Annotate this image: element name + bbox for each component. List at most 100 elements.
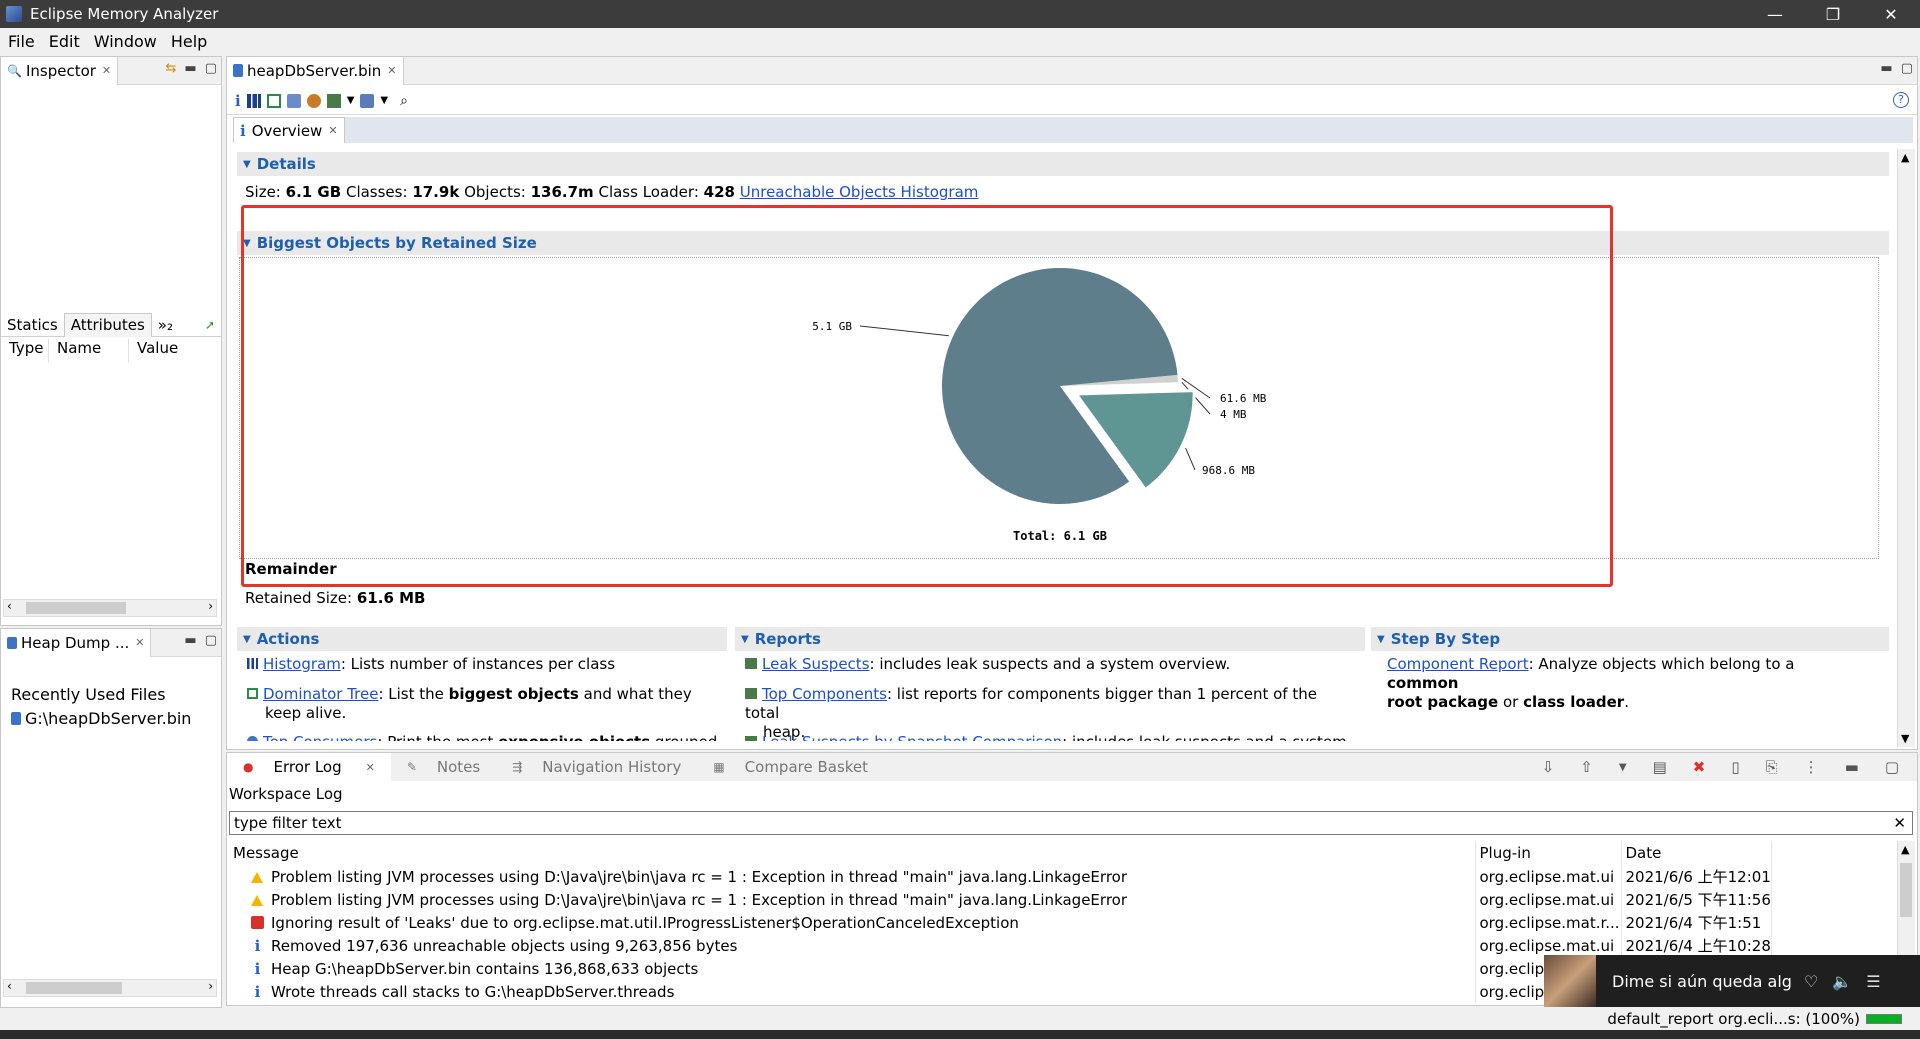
volume-icon[interactable]: 🔈 [1832,972,1852,991]
component-report-link[interactable]: Component Report [1387,655,1529,673]
scroll-right-icon[interactable]: › [208,599,213,613]
restore-log-icon[interactable]: ⎘ [1758,758,1786,776]
menu-window[interactable]: Window [94,32,157,51]
minimize-view-icon[interactable]: ▬ [184,633,196,648]
dropdown-icon[interactable]: ▼ [1611,758,1635,776]
tab-attributes[interactable]: Attributes [63,312,152,337]
column-date[interactable]: Date [1621,841,1772,865]
tab-navigation-history[interactable]: ⇶ Navigation History [496,758,697,776]
filter-input[interactable]: type filter text ✕ [229,811,1913,835]
pin-icon[interactable]: ➚ [199,318,221,332]
log-row[interactable]: Problem listing JVM processes using D:\J… [229,888,1772,911]
classes-label: Classes: [345,183,408,201]
dropdown-icon[interactable]: ▼ [380,95,388,106]
column-message[interactable]: Message [229,841,1476,865]
actions-section-header[interactable]: ▼ Actions [237,627,727,651]
maximize-view-icon[interactable]: ▢ [205,61,217,76]
close-icon[interactable]: ✕ [328,124,337,137]
horizontal-scrollbar[interactable]: ‹ › [3,979,217,997]
delete-log-icon[interactable]: ✖ [1685,758,1714,776]
minimize-view-icon[interactable]: ▬ [184,61,196,76]
recent-file-item[interactable]: G:\heapDbServer.bin [11,709,191,728]
tab-overview-label: Overview [251,121,323,140]
oql-icon[interactable] [286,93,301,108]
menu-edit[interactable]: Edit [49,32,80,51]
leak-suspects-link[interactable]: Leak Suspects [762,655,870,673]
tab-overflow[interactable]: »₂ [152,316,179,334]
close-icon[interactable]: ✕ [102,64,111,77]
clear-log-icon[interactable]: ▤ [1645,758,1675,776]
step-section-header[interactable]: ▼ Step By Step [1371,627,1889,651]
log-row[interactable]: i Heap G:\heapDbServer.bin contains 136,8… [229,957,1772,980]
tab-statics[interactable]: Statics [1,316,64,334]
thread-icon[interactable] [306,93,321,108]
maximize-view-icon[interactable]: ▢ [1877,758,1907,776]
menu-help[interactable]: Help [171,32,207,51]
scroll-down-icon[interactable]: ▼ [1901,732,1909,745]
menu-file[interactable]: File [8,32,35,51]
tab-heap-dump[interactable]: Heap Dump ... ✕ [1,628,152,657]
search-icon[interactable]: ⌕ [400,93,408,109]
details-section-header[interactable]: ▼ Details [237,152,1889,176]
dominator-tree-link[interactable]: Dominator Tree [263,685,378,703]
minimize-view-icon[interactable]: ▬ [1880,61,1892,76]
dropdown-icon[interactable]: ▼ [347,95,355,106]
collapse-icon[interactable]: ▼ [1377,634,1385,645]
info-icon[interactable]: i [235,92,241,110]
log-row[interactable]: Problem listing JVM processes using D:\J… [229,865,1772,888]
link-icon[interactable]: ⇆ [166,61,177,76]
list-icon[interactable]: ☰ [1866,972,1880,991]
close-button[interactable]: ✕ [1862,0,1920,28]
scroll-left-icon[interactable]: ‹ [7,979,12,993]
minimize-button[interactable]: — [1746,0,1804,28]
collapse-icon[interactable]: ▼ [243,634,251,645]
component-desc-bold-b: root package [1387,693,1499,711]
log-row[interactable]: i Wrote threads call stacks to G:\heapDbS… [229,980,1772,1003]
export-log-icon[interactable]: ⇩ [1534,758,1563,776]
maximize-view-icon[interactable]: ▢ [1901,61,1913,76]
maximize-view-icon[interactable]: ▢ [205,633,217,648]
log-row[interactable]: Ignoring result of 'Leaks' due to org.ec… [229,911,1772,934]
help-icon[interactable]: ? [1893,92,1909,108]
top-consumers-link[interactable]: Top Consumers [263,733,377,741]
clear-filter-icon[interactable]: ✕ [1893,812,1906,834]
tab-overview[interactable]: i Overview ✕ [233,117,345,143]
open-log-icon[interactable]: ▯ [1723,758,1747,776]
column-plugin[interactable]: Plug-in [1475,841,1622,865]
tab-inspector[interactable]: 🔍 Inspector ✕ [1,56,119,85]
horizontal-scrollbar[interactable]: ‹ › [3,599,217,617]
column-type[interactable]: Type [1,339,49,363]
tab-notes[interactable]: ✎ Notes [391,758,496,776]
snapshot-comparison-link[interactable]: Leak Suspects by Snapshot Comparison [762,733,1062,741]
unreachable-histogram-link[interactable]: Unreachable Objects Histogram [740,183,979,201]
close-icon[interactable]: ✕ [358,761,383,774]
media-notification[interactable]: Dime si aún queda algo e ♡ 🔈 ☰ [1544,955,1920,1007]
minimize-view-icon[interactable]: ▬ [1837,758,1867,776]
scroll-up-icon[interactable]: ▲ [1901,151,1909,164]
close-icon[interactable]: ✕ [135,636,144,649]
top-components-link[interactable]: Top Components [762,685,887,703]
dominator-tree-icon[interactable] [266,93,281,108]
histogram-link[interactable]: Histogram [263,655,341,673]
collapse-icon[interactable]: ▼ [243,159,251,170]
log-row[interactable]: i Removed 197,636 unreachable objects usi… [229,934,1772,957]
view-menu-icon[interactable]: ⋮ [1796,758,1827,776]
restore-button[interactable]: ❐ [1804,0,1862,28]
query-icon[interactable] [360,93,375,108]
column-value[interactable]: Value [129,339,219,363]
scroll-left-icon[interactable]: ‹ [7,599,12,613]
column-name[interactable]: Name [49,339,129,363]
vertical-scrollbar[interactable]: ▲ ▼ [1897,149,1915,747]
reports-section-header[interactable]: ▼ Reports [735,627,1365,651]
heart-icon[interactable]: ♡ [1804,972,1818,991]
scroll-up-icon[interactable]: ▲ [1901,843,1909,856]
scroll-right-icon[interactable]: › [208,979,213,993]
tab-compare-basket[interactable]: ▦ Compare Basket [697,758,884,776]
import-log-icon[interactable]: ⇧ [1572,758,1601,776]
histogram-icon[interactable] [246,93,261,108]
tab-heap-file[interactable]: heapDbServer.bin ✕ [227,56,404,85]
close-icon[interactable]: ✕ [387,64,396,77]
collapse-icon[interactable]: ▼ [741,634,749,645]
tab-error-log[interactable]: ● Error Log ✕ [227,753,391,781]
report-icon[interactable] [326,93,341,108]
